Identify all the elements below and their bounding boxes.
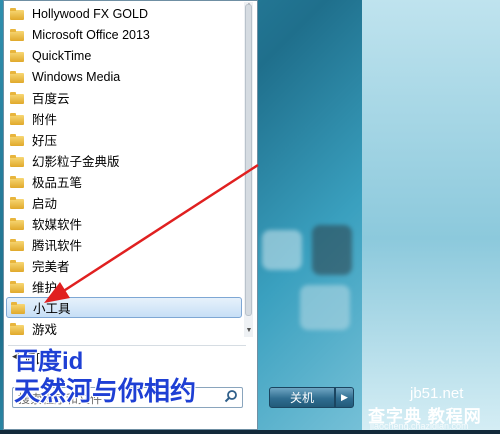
- annotation-arrow-icon: [44, 163, 259, 303]
